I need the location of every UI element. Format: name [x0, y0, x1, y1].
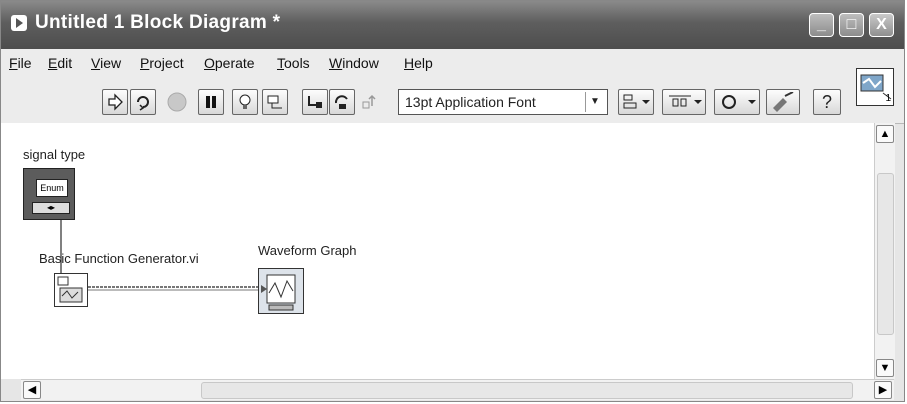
window-title: Untitled 1 Block Diagram *: [35, 12, 281, 33]
close-button[interactable]: X: [869, 13, 894, 37]
close-icon: X: [876, 16, 887, 33]
step-over-icon: [334, 95, 348, 109]
scroll-right-button[interactable]: ▶: [874, 381, 892, 399]
run-button[interactable]: [102, 89, 128, 115]
run-continuously-button[interactable]: [130, 89, 156, 115]
toolbar: 13pt Application Font ▼ ?: [1, 75, 904, 124]
maximize-icon: □: [846, 16, 857, 33]
chevron-down-icon: ▼: [585, 92, 604, 112]
scroll-up-button[interactable]: ▲: [876, 125, 894, 143]
title-bar[interactable]: Untitled 1 Block Diagram * _ □ X: [1, 1, 904, 49]
graph-label: Waveform Graph: [258, 243, 357, 258]
enum-arrows-icon: ◂▸: [32, 202, 70, 214]
chevron-down-icon: ▼: [879, 362, 891, 374]
menu-file[interactable]: File: [9, 55, 32, 71]
maximize-button[interactable]: □: [839, 13, 864, 37]
signal-type-label: signal type: [23, 147, 86, 162]
align-objects-icon: [623, 94, 650, 109]
basic-function-generator-node[interactable]: [54, 273, 88, 307]
distribute-objects-button[interactable]: [662, 89, 706, 115]
scroll-down-button[interactable]: ▼: [876, 359, 894, 377]
minimize-button[interactable]: _: [809, 13, 834, 37]
menu-help[interactable]: Help: [404, 55, 433, 71]
reorder-icon: [722, 95, 756, 109]
menu-operate[interactable]: Operate: [204, 55, 255, 71]
vi-icon-number: 1: [885, 93, 891, 104]
chevron-up-icon: ▲: [879, 128, 891, 140]
scroll-left-button[interactable]: ◀: [23, 381, 41, 399]
font-selector[interactable]: 13pt Application Font ▼: [398, 89, 608, 115]
abort-button[interactable]: [164, 89, 190, 115]
chevron-right-icon: ▶: [878, 384, 888, 396]
highlight-execution-icon: [239, 94, 251, 109]
step-out-button[interactable]: [357, 89, 383, 115]
distribute-objects-icon: [669, 95, 702, 107]
align-objects-button[interactable]: [618, 89, 654, 115]
cleanup-diagram-button[interactable]: [766, 89, 800, 115]
cleanup-diagram-icon: [773, 91, 794, 112]
waveform-graph-terminal[interactable]: [258, 268, 304, 314]
step-over-button[interactable]: [329, 89, 355, 115]
labview-app-icon: [11, 15, 27, 31]
generator-label: Basic Function Generator.vi: [39, 251, 199, 266]
context-help-button[interactable]: ?: [813, 89, 841, 115]
run-arrow-icon: [108, 93, 123, 111]
enum-text: Enum: [36, 179, 68, 197]
menu-project[interactable]: Project: [140, 55, 184, 71]
signal-type-enum-terminal[interactable]: Enum ◂▸: [23, 168, 75, 220]
left-gutter: [1, 123, 21, 379]
vi-icon[interactable]: 1: [856, 68, 894, 106]
reorder-button[interactable]: [714, 89, 760, 115]
minimize-icon: _: [817, 16, 826, 33]
menu-tools[interactable]: Tools: [277, 55, 310, 71]
menu-window[interactable]: Window: [329, 55, 379, 71]
retain-wire-values-button[interactable]: [262, 89, 288, 115]
waveform-graph-icon: [261, 274, 296, 311]
vertical-scroll-thumb[interactable]: [877, 173, 894, 335]
step-into-icon: [308, 96, 322, 108]
horizontal-scrollbar[interactable]: ◀ ▶: [21, 379, 894, 400]
menu-edit[interactable]: Edit: [48, 55, 72, 71]
context-help-icon: ?: [821, 92, 832, 112]
vertical-scrollbar[interactable]: ▲ ▼: [874, 123, 895, 379]
run-continuous-icon: [137, 96, 149, 111]
retain-wire-values-icon: [267, 95, 282, 109]
step-out-icon: [362, 94, 376, 109]
font-selector-value: 13pt Application Font: [405, 94, 536, 110]
chevron-left-icon: ◀: [27, 384, 37, 396]
pause-button[interactable]: [198, 89, 224, 115]
abort-icon: [167, 92, 187, 112]
menu-view[interactable]: View: [91, 55, 121, 71]
function-generator-icon: [57, 276, 83, 303]
highlight-execution-button[interactable]: [232, 89, 258, 115]
pause-icon: [206, 96, 216, 108]
block-diagram-window: Untitled 1 Block Diagram * _ □ X File Ed…: [0, 0, 905, 402]
menu-bar: File Edit View Project Operate Tools Win…: [1, 49, 904, 75]
block-diagram-canvas[interactable]: signal type Enum ◂▸ Basic Function Gener…: [21, 123, 874, 379]
horizontal-scroll-thumb[interactable]: [201, 382, 853, 399]
step-into-button[interactable]: [302, 89, 328, 115]
